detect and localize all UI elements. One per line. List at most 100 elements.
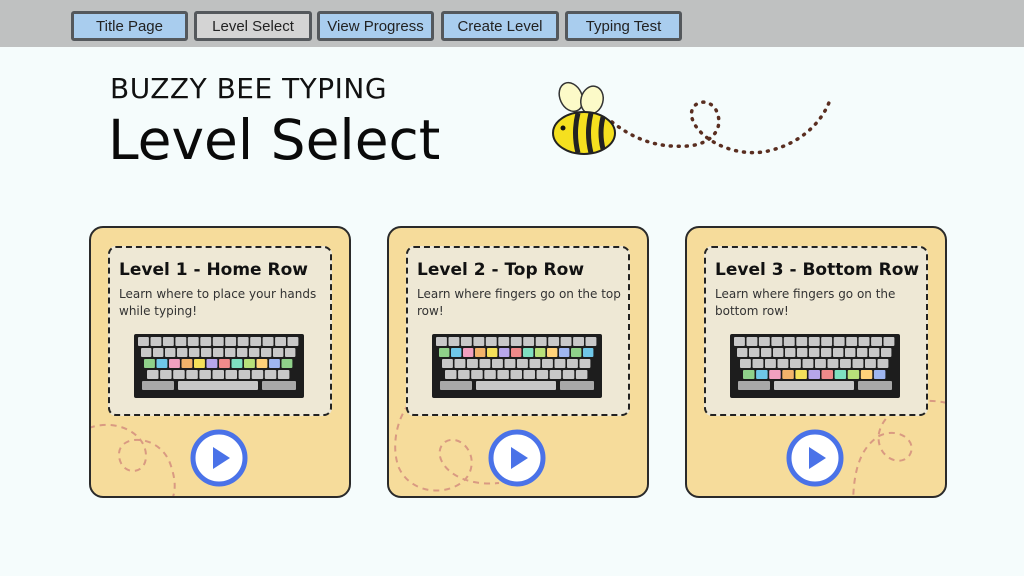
keyboard-key: [579, 359, 591, 368]
keyboard-key: [219, 359, 230, 368]
nav-create-level-button[interactable]: Create Level: [441, 11, 559, 41]
keyboard-key: [199, 370, 211, 379]
keyboard-key: [212, 337, 224, 346]
keyboard-key: [244, 359, 255, 368]
keyboard-key: [860, 370, 873, 379]
keyboard-key: [562, 370, 575, 379]
keyboard-key: [498, 337, 510, 346]
keyboard-key: [458, 370, 470, 379]
level-card-1: Level 1 - Home Row Learn where to place …: [89, 226, 351, 498]
keyboard-key: [169, 359, 180, 368]
keyboard-key: [256, 359, 268, 368]
keyboard-image: [432, 334, 602, 398]
keyboard-key: [802, 359, 814, 368]
nav-title-page-button[interactable]: Title Page: [71, 11, 188, 41]
keyboard-key: [821, 348, 832, 357]
keyboard-key: [212, 370, 224, 379]
keyboard-key: [857, 348, 868, 357]
nav-typing-test-button[interactable]: Typing Test: [565, 11, 682, 41]
keyboard-key: [809, 348, 820, 357]
keyboard-key: [749, 348, 760, 357]
keyboard-key: [181, 359, 193, 368]
keyboard-key: [548, 337, 560, 346]
keyboard-key: [790, 359, 801, 368]
keyboard-spacebar: [178, 381, 258, 390]
keyboard-key: [737, 348, 748, 357]
keyboard-key: [761, 348, 772, 357]
keyboard-key: [162, 337, 174, 346]
keyboard-key: [251, 370, 264, 379]
keyboard-key: [237, 337, 249, 346]
level-card-2: Level 2 - Top Row Learn where fingers go…: [387, 226, 649, 498]
keyboard-key: [769, 370, 781, 379]
keyboard-key: [177, 348, 188, 357]
keyboard-key: [559, 348, 570, 357]
keyboard-key: [585, 337, 597, 346]
keyboard-key: [194, 359, 205, 368]
keyboard-key: [160, 370, 172, 379]
keyboard-key: [225, 337, 237, 346]
level-card-2-content: Level 2 - Top Row Learn where fingers go…: [406, 246, 630, 416]
keyboard-key: [206, 359, 218, 368]
keyboard-key: [765, 359, 776, 368]
keyboard-key: [510, 337, 522, 346]
keyboard-key: [262, 337, 274, 346]
keyboard-key: [492, 359, 503, 368]
keyboard-key: [277, 370, 290, 379]
keyboard-key: [442, 359, 453, 368]
keyboard-key: [523, 348, 534, 357]
keyboard-key: [840, 359, 851, 368]
keyboard-key: [200, 337, 212, 346]
keyboard-key: [560, 337, 572, 346]
nav-view-progress-button[interactable]: View Progress: [317, 11, 434, 41]
keyboard-key: [881, 348, 892, 357]
keyboard-key: [156, 359, 168, 368]
keyboard-key: [756, 370, 768, 379]
keyboard-key: [448, 337, 460, 346]
keyboard-key: [511, 348, 522, 357]
keyboard-key: [510, 370, 522, 379]
keyboard-key: [144, 359, 155, 368]
keyboard-key: [467, 359, 478, 368]
keyboard-key: [497, 370, 509, 379]
keyboard-key: [821, 370, 833, 379]
keyboard-key: [479, 359, 491, 368]
keyboard-key: [487, 348, 498, 357]
keyboard-key: [261, 348, 272, 357]
keyboard-key: [264, 370, 277, 379]
keyboard-key: [583, 348, 594, 357]
keyboard-key: [746, 337, 758, 346]
keyboard-key: [815, 359, 826, 368]
keyboard-key: [141, 348, 152, 357]
keyboard-key: [871, 337, 882, 346]
keyboard-key: [475, 348, 486, 357]
keyboard-key: [542, 359, 553, 368]
play-level-2-button[interactable]: [487, 428, 547, 488]
keyboard-key: [782, 370, 794, 379]
keyboard-key: [743, 370, 755, 379]
play-level-3-button[interactable]: [785, 428, 845, 488]
level-description: Learn where fingers go on the bottom row…: [715, 287, 896, 318]
keyboard-key: [201, 348, 212, 357]
keyboard-key: [795, 370, 807, 379]
play-level-1-button[interactable]: [189, 428, 249, 488]
keyboard-key: [554, 359, 566, 368]
keyboard-key: [785, 348, 796, 357]
keyboard-key: [250, 337, 262, 346]
keyboard-key: [858, 337, 870, 346]
keyboard-key: [445, 370, 457, 379]
keyboard-key: [529, 359, 541, 368]
top-nav-bar: Title Page Level Select View Progress Cr…: [0, 0, 1024, 47]
keyboard-key: [567, 359, 578, 368]
keyboard-key: [858, 381, 892, 390]
nav-level-select-button[interactable]: Level Select: [194, 11, 312, 41]
keyboard-key: [287, 337, 299, 346]
level-card-3: Level 3 - Bottom Row Learn where fingers…: [685, 226, 947, 498]
keyboard-key: [783, 337, 795, 346]
keyboard-key: [153, 348, 164, 357]
keyboard-key: [485, 337, 497, 346]
keyboard-key: [758, 337, 770, 346]
keyboard-key: [740, 359, 751, 368]
keyboard-key: [883, 337, 895, 346]
keyboard-key: [535, 337, 547, 346]
